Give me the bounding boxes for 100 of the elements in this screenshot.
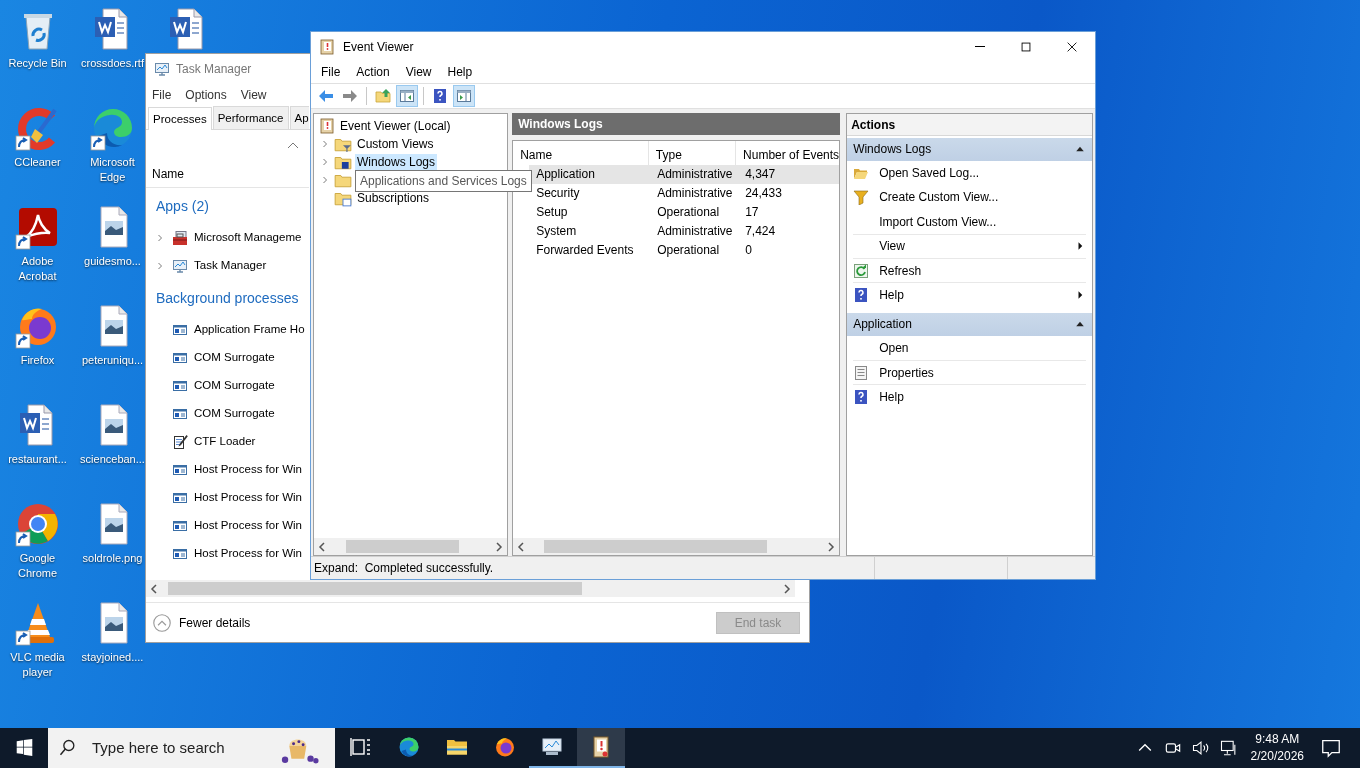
minimize-icon [975, 46, 985, 47]
monitor-icon [154, 61, 170, 77]
table-cell-text: Operational [656, 204, 721, 222]
details-toggle[interactable]: Fewer details [179, 613, 251, 632]
action-link[interactable]: Open Saved Log... [879, 164, 980, 183]
log-row[interactable]: Setup Operational 17 [529, 202, 840, 222]
process-name[interactable]: Application Frame Ho [194, 321, 305, 339]
desktop-icon-label[interactable]: peteruniqu... [81, 353, 144, 368]
desktop-icon-label[interactable]: Google Chrome [4, 551, 71, 581]
toolbox-icon [172, 230, 188, 246]
scrollbar[interactable] [146, 580, 795, 597]
log-row[interactable]: System Administrative 7,424 [529, 221, 840, 241]
table-cell-text: 17 [744, 204, 759, 222]
menu-item[interactable]: View [240, 85, 267, 104]
process-name[interactable]: COM Surrogate [194, 349, 275, 367]
desktop-icon-label[interactable]: soldrole.png [82, 551, 143, 566]
process-window-icon [172, 406, 188, 422]
windows-logo-icon [15, 738, 33, 756]
window-title: Task Manager [176, 61, 252, 78]
process-window-icon [172, 350, 188, 366]
scrollbar-thumb[interactable] [346, 540, 459, 553]
menu-item[interactable]: File [152, 85, 172, 104]
clock[interactable]: 9:48 AM 2/20/2026 [1250, 731, 1304, 765]
process-name[interactable]: Microsoft Manageme [194, 229, 302, 247]
scrollbar-thumb[interactable] [168, 582, 582, 595]
action-link[interactable]: Help [879, 286, 904, 305]
section-header[interactable]: Application [847, 312, 1092, 336]
desktop-icon-label[interactable]: CCleaner [14, 155, 61, 170]
action-link[interactable]: View [879, 237, 905, 256]
search-field[interactable]: Type here to search [48, 728, 335, 768]
process-name[interactable]: Host Process for Win [194, 489, 302, 507]
menu-item[interactable]: Help [447, 62, 473, 81]
desktop-icon-label[interactable]: Recycle Bin [8, 56, 67, 71]
desktop-icon-label[interactable]: VLC media player [4, 650, 71, 680]
pane-header: Windows Logs [512, 112, 841, 135]
action-link[interactable]: Properties [879, 363, 934, 382]
notification-icon[interactable] [1320, 737, 1342, 759]
table-cell-text: Administrative [656, 223, 734, 241]
process-name[interactable]: Host Process for Win [194, 545, 302, 563]
speaker-icon[interactable] [1190, 738, 1211, 758]
table-cell-text: 7,424 [744, 223, 776, 241]
log-row[interactable]: Forwarded Events Operational 0 [529, 240, 840, 260]
toolbar-button[interactable] [453, 84, 475, 107]
column-header[interactable]: Number of Events [736, 140, 840, 165]
section-header[interactable]: Windows Logs [847, 137, 1092, 161]
desktop-icon-label[interactable]: Microsoft Edge [79, 155, 146, 185]
table-cell-text: Application [535, 166, 596, 184]
desktop-icon-label[interactable]: crossdoes.rtf [81, 56, 144, 71]
desktop-icon-label[interactable]: Adobe Acrobat [4, 254, 71, 284]
menu-item[interactable]: Action [356, 62, 390, 81]
tab[interactable]: Performance [212, 106, 289, 129]
process-name[interactable]: Host Process for Win [194, 461, 302, 479]
column-header[interactable]: Name [513, 140, 649, 165]
tree-item[interactable]: Event Viewer (Local) [338, 117, 453, 134]
process-name[interactable]: COM Surrogate [194, 405, 275, 423]
search-input[interactable]: Type here to search [90, 735, 260, 761]
window-title: Event Viewer [343, 38, 414, 56]
action-link[interactable]: Create Custom View... [879, 188, 999, 207]
log-row[interactable]: Security Administrative 24,433 [529, 183, 840, 203]
clock-time: 9:48 AM [1254, 731, 1301, 748]
menu-item[interactable]: File [321, 62, 341, 81]
properties-icon [853, 364, 870, 381]
taskbar-button[interactable] [577, 728, 625, 768]
section-title: Application [853, 316, 912, 334]
process-name[interactable]: COM Surrogate [194, 377, 275, 395]
tree-item[interactable]: Subscriptions [355, 189, 432, 206]
process-window-icon [172, 462, 188, 478]
desktop-icon-label[interactable]: restaurant... [8, 452, 67, 467]
tab[interactable]: Ap [289, 106, 309, 129]
task-view-icon [349, 735, 373, 759]
scrollbar[interactable] [513, 538, 840, 555]
action-link[interactable]: Import Custom View... [879, 212, 997, 231]
menu-item[interactable]: Options [185, 85, 227, 104]
process-name[interactable]: Host Process for Win [194, 517, 302, 535]
desktop-icon-label[interactable]: Firefox [20, 353, 55, 368]
menu-item[interactable]: View [405, 62, 432, 81]
scrollbar-thumb[interactable] [543, 540, 768, 553]
tree-item[interactable]: Windows Logs [355, 153, 438, 170]
desktop-icon-label[interactable]: guidesmo... [84, 254, 141, 269]
column-header[interactable]: Name [152, 165, 309, 183]
toolbar-button[interactable] [396, 84, 418, 107]
log-book-icon [319, 117, 335, 134]
process-name[interactable]: Task Manager [194, 257, 267, 275]
action-link[interactable]: Help [879, 387, 904, 406]
tab[interactable]: Processes [148, 107, 212, 130]
column-header[interactable]: Type [648, 140, 737, 165]
table-cell-text: Forwarded Events [535, 242, 635, 260]
action-link[interactable]: Refresh [879, 261, 922, 280]
desktop-icon-label[interactable]: stayjoined.... [81, 650, 144, 665]
scrollbar[interactable] [314, 538, 508, 555]
tree-item[interactable]: Custom Views [355, 135, 436, 152]
up-folder-icon [375, 87, 391, 104]
process-name[interactable]: CTF Loader [194, 433, 256, 451]
log-row[interactable]: Application Administrative 4,347 [529, 164, 840, 184]
forward-arrow-icon [342, 87, 358, 104]
action-link[interactable]: Open [879, 338, 909, 357]
table-cell-text: Operational [656, 242, 721, 260]
table-cell-text: Administrative [656, 166, 734, 184]
table-cell-text: 4,347 [744, 166, 776, 184]
desktop-icon-label[interactable]: scienceban... [80, 452, 145, 467]
